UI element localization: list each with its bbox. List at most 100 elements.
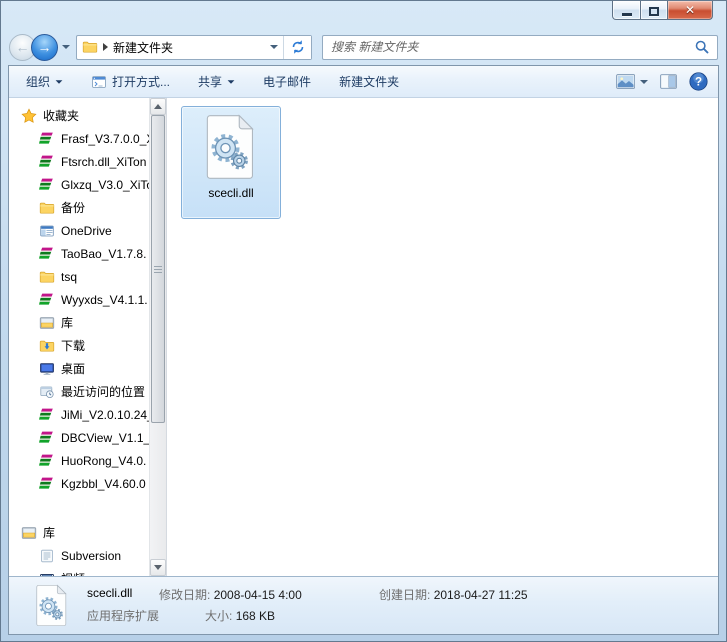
recent-icon [39,384,55,400]
arrow-up-icon [154,104,162,109]
refresh-icon [290,39,306,55]
library-icon [39,315,55,331]
sidebar-item-下载[interactable]: 下载 [9,334,149,357]
scroll-down-button[interactable] [150,559,166,576]
folder-icon [82,39,98,55]
views-icon [616,74,636,89]
sidebar-item-库[interactable]: 库 [9,311,149,334]
sidebar-item-TaoBao_V1.7.8.[interactable]: TaoBao_V1.7.8. [9,242,149,265]
open-with-label: 打开方式... [112,73,170,90]
help-button[interactable]: ? [689,72,708,91]
email-button[interactable]: 电子邮件 [256,69,318,94]
dll-file-icon [204,114,258,180]
navigation-bar: ← → 新建文件夹 [1,29,726,65]
sidebar-item-label: Ftsrch.dll_XiTon [61,155,146,169]
sidebar-item-桌面[interactable]: 桌面 [9,357,149,380]
sidebar-item-Frasf_V3.7.0.0_X[interactable]: Frasf_V3.7.0.0_X [9,127,149,150]
chevron-down-icon [56,80,63,83]
sidebar-item-label: Wyyxds_V4.1.1. [61,293,148,307]
sidebar-item-label: DBCView_V1.1_ [61,431,149,445]
created-label: 创建日期: [379,588,430,602]
maximize-button[interactable] [641,1,668,20]
file-list-area[interactable]: scecli.dll [167,98,718,576]
sidebar-item-最近访问的位置[interactable]: 最近访问的位置 [9,380,149,403]
winrar-icon [39,430,55,446]
dll-file-icon [35,584,69,627]
share-label: 共享 [198,73,222,90]
sidebar-item-label: 桌面 [61,360,85,377]
scrollbar-thumb[interactable] [151,115,165,423]
sidebar-item-HuoRong_V4.0.[interactable]: HuoRong_V4.0. [9,449,149,472]
sidebar-item-Wyyxds_V4.1.1.[interactable]: Wyyxds_V4.1.1. [9,288,149,311]
size-value: 168 KB [236,609,275,623]
breadcrumb-chevron-icon[interactable] [103,43,108,51]
preview-pane-button[interactable] [660,74,677,89]
close-button[interactable]: ✕ [668,1,713,20]
toolbar-right-group: ? [616,72,708,91]
caption-buttons: ✕ [612,1,713,20]
arrow-down-icon [154,565,162,570]
minimize-button[interactable] [612,1,641,20]
sidebar-item-Glxzq_V3.0_XiTo[interactable]: Glxzq_V3.0_XiTo [9,173,149,196]
sidebar-item-label: 备份 [61,199,85,216]
search-box[interactable] [322,35,718,60]
sidebar-item-Kgzbbl_V4.60.0[interactable]: Kgzbbl_V4.60.0 [9,472,149,495]
open-with-icon [91,74,107,90]
email-label: 电子邮件 [263,73,311,90]
star-icon [21,108,37,124]
sidebar-item-OneDrive[interactable]: OneDrive [9,219,149,242]
scroll-up-button[interactable] [150,98,166,115]
svg-text:?: ? [695,76,702,89]
sidebar-scrollbar[interactable] [149,98,166,576]
sidebar-item-视频[interactable]: 视频 [9,567,149,576]
subversion-icon [39,548,55,564]
winrar-icon [39,246,55,262]
folder-icon [39,200,55,216]
toolbar-left-group: 组织 打开方式... 共享 电子邮件 新建文件夹 [19,69,406,94]
organize-label: 组织 [26,73,50,90]
refresh-button[interactable] [283,36,311,59]
search-input[interactable] [323,36,694,59]
desktop-icon [39,361,55,377]
client-area: 组织 打开方式... 共享 电子邮件 新建文件夹 [8,65,719,635]
share-button[interactable]: 共享 [191,69,242,94]
sidebar-item-tsq[interactable]: tsq [9,265,149,288]
downloads-icon [39,338,55,354]
address-dropdown-button[interactable] [265,36,283,59]
chevron-down-icon [270,45,278,49]
explorer-window: ✕ ← → 新建文件夹 组织 [0,0,727,642]
scrollbar-track[interactable] [150,115,166,559]
forward-button[interactable]: → [31,34,58,61]
sidebar-section-收藏夹[interactable]: 收藏夹 [9,104,149,127]
winrar-icon [39,476,55,492]
sidebar-item-Ftsrch.dll_XiTon[interactable]: Ftsrch.dll_XiTon [9,150,149,173]
details-pane: scecli.dll 修改日期: 2008-04-15 4:00 创建日期: 2… [9,576,718,634]
new-folder-button[interactable]: 新建文件夹 [332,69,406,94]
sidebar-item-DBCView_V1.1_[interactable]: DBCView_V1.1_ [9,426,149,449]
organize-button[interactable]: 组织 [19,69,70,94]
breadcrumb-location[interactable]: 新建文件夹 [113,39,173,56]
address-breadcrumb[interactable]: 新建文件夹 [77,36,265,59]
modified-label: 修改日期: [159,588,210,602]
close-icon: ✕ [685,3,695,17]
sidebar-item-label: tsq [61,270,77,284]
sidebar-item-label: 最近访问的位置 [61,383,145,400]
address-bar[interactable]: 新建文件夹 [76,35,312,60]
details-created: 创建日期: 2018-04-27 11:25 [379,586,528,603]
chevron-down-icon [228,80,235,83]
size-label: 大小: [205,609,232,623]
library-icon [21,525,37,541]
sidebar-section-库[interactable]: 库 [9,521,149,544]
change-view-button[interactable] [616,74,648,89]
modified-value: 2008-04-15 4:00 [214,588,302,602]
sidebar-item-JiMi_V2.0.10.24_[interactable]: JiMi_V2.0.10.24_ [9,403,149,426]
winrar-icon [39,292,55,308]
command-toolbar: 组织 打开方式... 共享 电子邮件 新建文件夹 [9,66,718,98]
created-value: 2018-04-27 11:25 [434,588,528,602]
sidebar-item-备份[interactable]: 备份 [9,196,149,219]
open-with-button[interactable]: 打开方式... [84,69,177,94]
sidebar: 收藏夹 Frasf_V3.7.0.0_X Ftsrch.dll_XiTon Gl… [9,98,149,576]
sidebar-item-Subversion[interactable]: Subversion [9,544,149,567]
file-item-selected[interactable]: scecli.dll [181,106,281,219]
recent-pages-dropdown-icon[interactable] [62,45,70,49]
